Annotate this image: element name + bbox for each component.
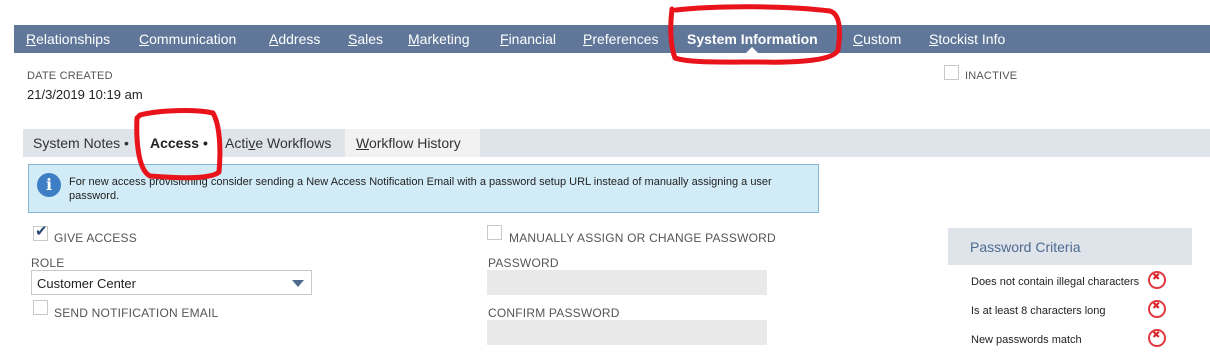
criteria-item: Is at least 8 characters long — [971, 305, 1106, 317]
role-label: ROLE — [31, 256, 65, 270]
role-value: Customer Center — [37, 276, 136, 291]
subtab-system-notes[interactable]: System Notes • — [27, 129, 135, 157]
tab-system-information[interactable]: System Information — [687, 25, 818, 53]
active-tab-caret — [746, 47, 759, 53]
inactive-label: INACTIVE — [965, 70, 1018, 82]
date-created-value: 21/3/2019 10:19 am — [27, 87, 143, 102]
give-access-checkbox[interactable] — [33, 222, 48, 241]
info-text: For new access provisioning consider sen… — [69, 176, 772, 202]
subtab-workflow-history[interactable]: Workflow History — [345, 129, 480, 157]
send-notification-checkbox[interactable] — [33, 300, 48, 315]
x-circle-icon — [1148, 271, 1166, 289]
confirm-password-label: CONFIRM PASSWORD — [488, 306, 620, 320]
password-label: PASSWORD — [488, 256, 559, 270]
inactive-checkbox[interactable] — [944, 65, 959, 80]
manually-assign-checkbox[interactable] — [487, 225, 502, 240]
subtab-active-workflows[interactable]: Active Workflows — [225, 129, 331, 157]
tab-relationships[interactable]: Relationships — [26, 25, 110, 53]
date-created-label: DATE CREATED — [27, 70, 113, 82]
confirm-password-field[interactable] — [487, 320, 767, 345]
give-access-label: GIVE ACCESS — [54, 231, 137, 245]
subtab-bar: System Notes • Access • Active Workflows… — [23, 129, 1210, 157]
tab-sales[interactable]: Sales — [348, 25, 383, 53]
send-notification-label: SEND NOTIFICATION EMAIL — [54, 306, 219, 320]
x-circle-icon — [1148, 300, 1166, 318]
tab-preferences[interactable]: Preferences — [583, 25, 659, 53]
tab-custom[interactable]: Custom — [853, 25, 901, 53]
main-tab-bar: Relationships Communication Address Sale… — [14, 25, 1210, 53]
info-banner: i For new access provisioning consider s… — [28, 164, 819, 213]
password-criteria-header: Password Criteria — [948, 228, 1192, 265]
tab-communication[interactable]: Communication — [139, 25, 236, 53]
tab-marketing[interactable]: Marketing — [408, 25, 469, 53]
chevron-down-icon — [292, 280, 304, 287]
subtab-access[interactable]: Access • — [137, 129, 221, 157]
criteria-item: Does not contain illegal characters — [971, 276, 1140, 288]
tab-financial[interactable]: Financial — [500, 25, 556, 53]
password-field[interactable] — [487, 270, 767, 295]
manually-assign-label: MANUALLY ASSIGN OR CHANGE PASSWORD — [509, 231, 776, 245]
role-select[interactable]: Customer Center — [31, 270, 312, 295]
tab-stockist-info[interactable]: Stockist Info — [929, 25, 1005, 53]
criteria-item: New passwords match — [971, 334, 1082, 346]
tab-address[interactable]: Address — [269, 25, 320, 53]
x-circle-icon — [1148, 329, 1166, 347]
password-criteria-title: Password Criteria — [970, 239, 1081, 255]
info-icon: i — [37, 173, 61, 197]
